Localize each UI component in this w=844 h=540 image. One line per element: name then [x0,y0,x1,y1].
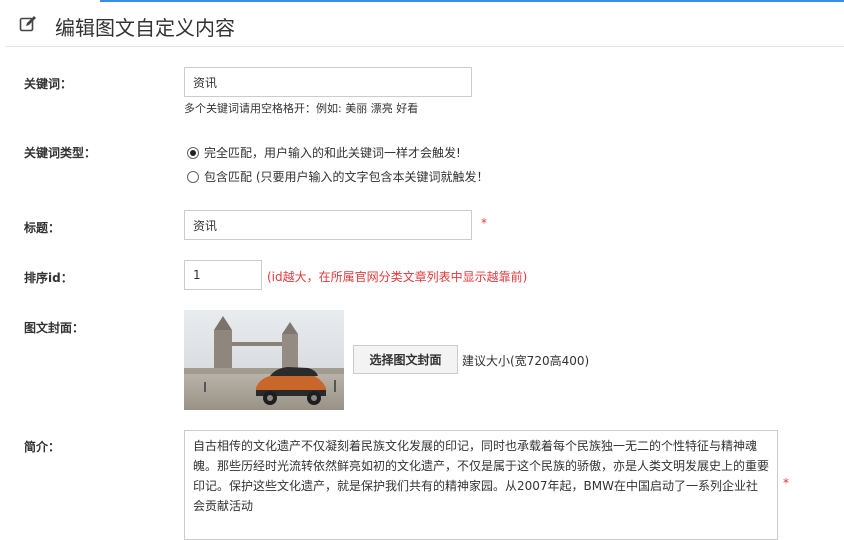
title-input[interactable]: 资讯 [184,210,472,240]
edit-icon [19,16,36,32]
sort-id-value: 1 [193,268,201,282]
keyword-type-label: 关键词类型： [24,146,97,160]
summary-required-mark: * [783,476,789,490]
keyword-value: 资讯 [193,75,218,90]
select-cover-button-label: 选择图文封面 [369,353,442,367]
summary-textarea[interactable]: 自古相传的文化遗产不仅凝刻着民族文化发展的印记，同时也承载着每个民族独一无二的个… [184,430,778,540]
select-cover-button[interactable]: 选择图文封面 [353,345,458,374]
radio-contains-match-circle[interactable] [187,170,199,183]
keyword-label: 关键词： [24,77,73,91]
sort-id-input[interactable]: 1 [184,260,262,290]
summary-text: 自古相传的文化遗产不仅凝刻着民族文化发展的印记，同时也承载着每个民族独一无二的个… [193,439,770,513]
radio-contains-match[interactable]: 包含匹配 (只要用户输入的文字包含本关键词就触发！ [187,168,489,185]
page-header: 编辑图文自定义内容 [6,2,844,47]
cover-size-hint: 建议大小(宽720高400) [462,354,590,368]
title-label: 标题： [24,221,61,235]
cover-label: 图文封面： [24,321,85,335]
keyword-input[interactable]: 资讯 [184,67,472,97]
cover-image [184,310,344,410]
summary-label: 简介： [24,440,61,454]
radio-exact-match-label: 完全匹配，用户输入的和此关键词一样才会触发! [204,146,461,160]
page-title: 编辑图文自定义内容 [55,16,235,40]
radio-exact-match-circle[interactable] [187,146,199,159]
title-required-mark: * [481,216,487,230]
radio-contains-match-label: 包含匹配 (只要用户输入的文字包含本关键词就触发！ [204,170,489,184]
radio-exact-match[interactable]: 完全匹配，用户输入的和此关键词一样才会触发! [187,144,461,161]
sort-label: 排序id： [24,271,73,285]
title-value: 资讯 [193,218,218,233]
keyword-hint: 多个关键词请用空格格开：例如: 美丽 漂亮 好看 [184,102,419,115]
sort-note: (id越大，在所属官网分类文章列表中显示越靠前) [267,270,528,284]
